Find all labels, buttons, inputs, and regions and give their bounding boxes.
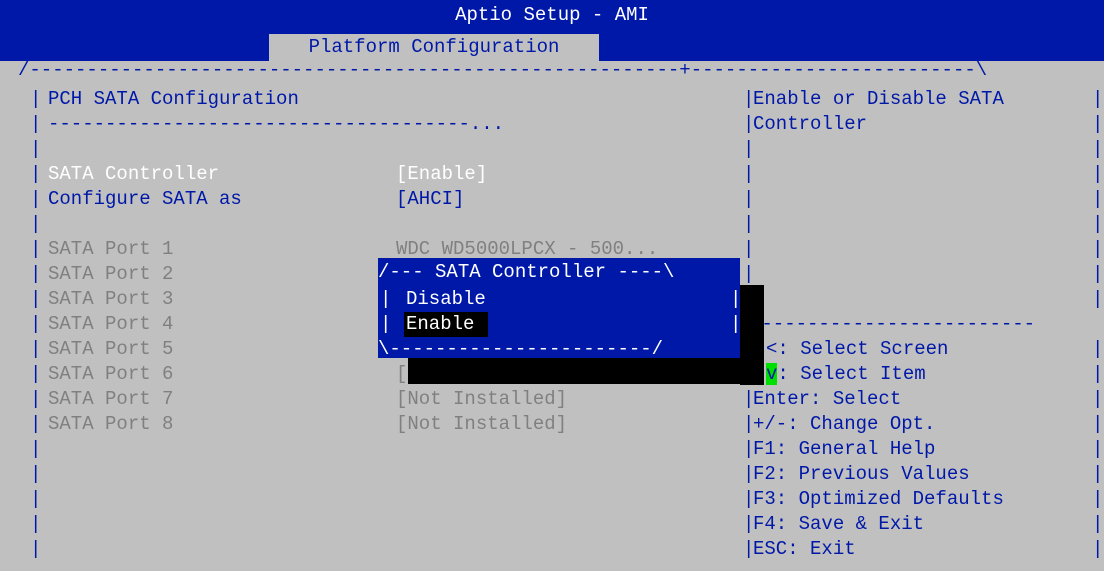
setting-value-sata-controller[interactable]: [Enable] [396,162,487,187]
setting-value-configure-sata-as[interactable]: [AHCI] [396,187,464,212]
tab-platform-configuration[interactable]: Platform Configuration [269,34,599,61]
help-key-f2: F2: Previous Values [753,463,970,485]
port-label-3: SATA Port 3 [48,288,174,310]
help-key-select-screen: <: Select Screen [766,338,949,360]
help-key-f1: F1: General Help [753,438,936,460]
setting-label-configure-sata-as[interactable]: Configure SATA as [48,187,242,212]
help-key-enter: Enter: Select [753,388,902,410]
port-label-7: SATA Port 7 [48,388,174,410]
port-label-8: SATA Port 8 [48,413,174,435]
help-key-f3: F3: Optimized Defaults [753,488,1004,510]
popup-bottom-border: \-----------------------/ [378,338,664,360]
port-label-2: SATA Port 2 [48,263,174,285]
port-value-6: [ [396,363,408,385]
popup-title: /--- SATA Controller ----\ [378,261,675,283]
popup-right-border-2: | [730,313,742,335]
popup-right-border: | [730,288,742,310]
help-divider: ------------------------- [750,313,1036,335]
help-description-line2: Controller [753,113,868,135]
help-key-esc: ESC: Exit [753,538,856,560]
sata-controller-popup: /--- SATA Controller ----\ | | Disable |… [378,258,742,360]
popup-left-border: | [380,288,392,310]
popup-option-enable[interactable]: Enable [406,312,474,337]
section-title: PCH SATA Configuration [48,88,299,110]
app-title: Aptio Setup - AMI [455,4,649,26]
help-key-select-item: v: Select Item [766,362,926,387]
help-description-line1: Enable or Disable SATA [753,88,1004,110]
port-value-8: [Not Installed] [396,413,568,435]
popup-option-disable[interactable]: Disable [406,287,486,312]
help-key-f4: F4: Save & Exit [753,513,925,535]
port-value-7: [Not Installed] [396,388,568,410]
port-label-1: SATA Port 1 [48,238,174,260]
section-separator: -------------------------------------... [48,113,505,135]
port-label-4: SATA Port 4 [48,313,174,335]
popup-left-border-2: | [380,313,392,335]
port-label-5: SATA Port 5 [48,338,174,360]
help-key-change-opt: +/-: Change Opt. [753,413,936,435]
select-item-text: : Select Item [777,363,926,385]
select-item-key-highlight: v [766,363,778,385]
title-bar: Aptio Setup - AMI Platform Configuration [0,0,1104,61]
frame-top-border: /---------------------------------------… [18,59,988,81]
setting-label-sata-controller[interactable]: SATA Controller [48,162,219,187]
port-label-6: SATA Port 6 [48,363,174,385]
